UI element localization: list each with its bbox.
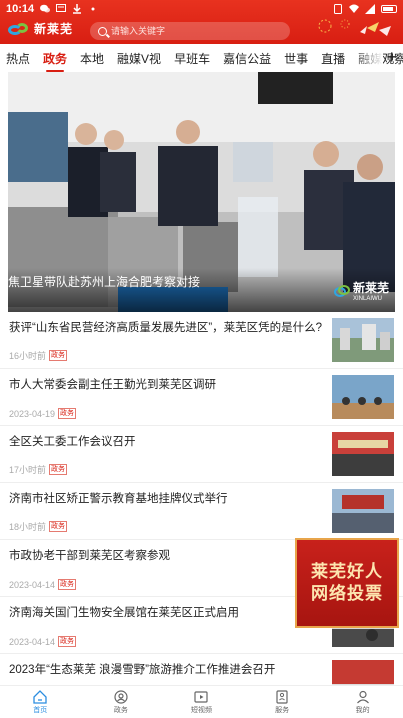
video-icon: [194, 690, 209, 703]
tab-local[interactable]: 本地: [80, 50, 104, 67]
user-icon: [114, 689, 128, 704]
tab-video[interactable]: 融媒V视: [117, 50, 161, 67]
news-thumbnail: [332, 489, 394, 533]
news-list: 获评“山东省民营经济高质量发展先进区”，莱芜区凭的是什么? 16小时前 政务 市人…: [0, 312, 403, 711]
search-bar[interactable]: [90, 22, 290, 40]
news-tag: 政务: [58, 408, 77, 419]
news-time: 17小时前: [9, 465, 47, 475]
news-thumbnail: [332, 375, 394, 419]
news-thumbnail: [332, 318, 394, 362]
list-item[interactable]: 市人大常委会副主任王勤光到莱芜区调研 2023-04-19 政务: [0, 369, 403, 426]
news-time: 2023-04-19: [9, 408, 56, 419]
status-bar: 10:14: [0, 0, 403, 17]
news-title: 市政协老干部到莱芜区考察参观: [9, 550, 170, 562]
logo-text: 新莱芜: [34, 22, 74, 36]
news-title: 获评“山东省民营经济高质量发展先进区”，莱芜区凭的是什么?: [9, 322, 323, 334]
tab-hot[interactable]: 热点: [6, 50, 30, 67]
search-input[interactable]: [111, 26, 271, 36]
vote-banner-line1: 莱芜好人: [311, 562, 383, 581]
watermark-icon: [333, 284, 350, 297]
news-tag: 政务: [49, 350, 68, 361]
news-tag: 政务: [58, 636, 77, 647]
add-channel-button[interactable]: +: [386, 46, 397, 68]
list-item[interactable]: 济南市社区矫正警示教育基地挂牌仪式举行 18小时前 政务: [0, 483, 403, 540]
tabs-fade: [353, 44, 383, 72]
wechat-notification-icon: [40, 4, 51, 14]
app-header: 10:14 新莱芜 请输入关键字: [0, 0, 403, 44]
news-time: 2023-04-14: [9, 636, 56, 647]
vote-banner-line2: 网络投票: [311, 584, 383, 603]
tab-government[interactable]: 政务: [43, 50, 67, 72]
dot-icon: [88, 4, 98, 14]
battery-icon: [381, 4, 397, 13]
news-title: 2023年“生态莱芜 浪漫雪野”旅游推介工作推进会召开: [9, 664, 276, 676]
message-icon: [56, 4, 67, 14]
sim-icon: [333, 3, 343, 14]
festive-decoration: [305, 18, 395, 42]
list-item[interactable]: 获评“山东省民营经济高质量发展先进区”，莱芜区凭的是什么? 16小时前 政务: [0, 312, 403, 369]
hero-title: 焦卫星带队赴苏州上海合肥考察对接: [8, 275, 201, 289]
news-thumbnail: [332, 432, 394, 476]
signal-icon: [365, 3, 375, 14]
news-title: 济南市社区矫正警示教育基地挂牌仪式举行: [9, 493, 228, 505]
wifi-icon: [349, 4, 359, 14]
news-title: 济南海关国门生物安全展馆在莱芜区正式启用: [9, 607, 239, 619]
status-time: 10:14: [6, 2, 35, 15]
news-time: 18小时前: [9, 522, 47, 532]
news-time: 16小时前: [9, 351, 47, 361]
profile-icon: [356, 690, 369, 703]
search-icon: [98, 26, 107, 36]
tab-world[interactable]: 世事: [284, 50, 308, 67]
channel-tabs: 热点 政务 本地 融媒V视 早班车 嘉信公益 世事 直播 融媒观察: [0, 44, 403, 72]
service-icon: [276, 689, 288, 704]
news-title: 市人大常委会副主任王勤光到莱芜区调研: [9, 379, 216, 391]
app-logo[interactable]: 新莱芜: [8, 20, 73, 37]
news-title: 全区关工委工作会议召开: [9, 436, 136, 448]
tab-live[interactable]: 直播: [321, 50, 345, 67]
news-time: 2023-04-14: [9, 579, 56, 590]
download-icon: [72, 3, 82, 14]
tab-morning-bus[interactable]: 早班车: [174, 50, 210, 67]
tab-charity[interactable]: 嘉信公益: [223, 50, 271, 67]
hero-banner[interactable]: 焦卫星带队赴苏州上海合肥考察对接 新莱芜 XINLAIWU: [8, 72, 395, 312]
home-icon: [33, 689, 47, 704]
news-tag: 政务: [58, 579, 77, 590]
nav-service[interactable]: 服务: [242, 686, 323, 718]
vote-banner[interactable]: 莱芜好人 网络投票: [295, 538, 399, 628]
nav-government[interactable]: 政务: [81, 686, 162, 718]
list-item[interactable]: 全区关工委工作会议召开 17小时前 政务: [0, 426, 403, 483]
news-tag: 政务: [49, 521, 68, 532]
nav-short-video[interactable]: 短视频: [161, 686, 242, 718]
bottom-nav: 首页 政务 短视频 服务 我的: [0, 685, 403, 718]
logo-mark-icon: [8, 21, 30, 37]
hero-watermark-logo: 新莱芜 XINLAIWU: [333, 279, 389, 302]
nav-home[interactable]: 首页: [0, 686, 81, 718]
nav-profile[interactable]: 我的: [322, 686, 403, 718]
news-tag: 政务: [49, 464, 68, 475]
